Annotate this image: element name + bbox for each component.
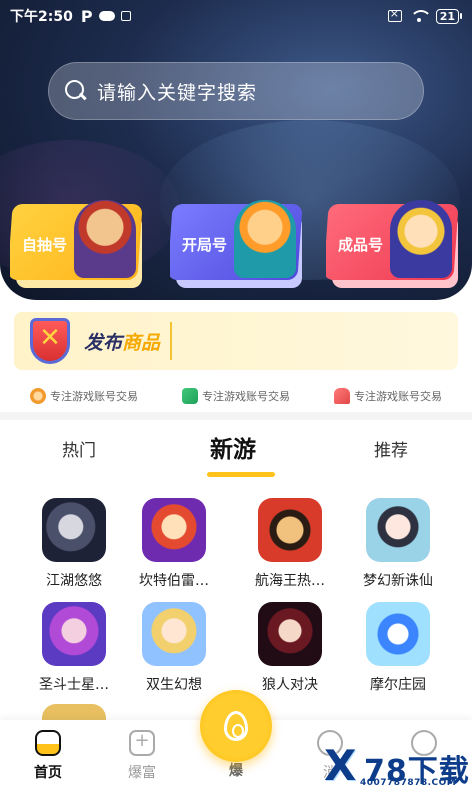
game-item[interactable]: 圣斗士星… (20, 602, 128, 694)
feature-item: 专注游戏账号交易 (334, 384, 442, 408)
sim-icon (120, 11, 131, 21)
tab-new-games[interactable]: 新游 (210, 430, 256, 464)
feature-item: 专注游戏账号交易 (182, 384, 290, 408)
character-illustration (234, 200, 296, 278)
parking-app-icon: P (80, 6, 93, 26)
fire-center-button[interactable] (200, 690, 272, 762)
character-illustration (74, 200, 136, 278)
cloud-icon (98, 11, 115, 21)
game-item[interactable]: 摩尔庄园 (344, 602, 452, 694)
section-divider (0, 412, 472, 420)
feature-strip: 专注游戏账号交易 专注游戏账号交易 专注游戏账号交易 (0, 384, 472, 408)
wifi-icon (409, 10, 432, 22)
publish-divider (170, 322, 173, 360)
game-name: 狼人对决 (262, 677, 318, 693)
search-placeholder: 请输入关键字搜索 (97, 81, 258, 104)
game-item[interactable]: 航海王热… (236, 498, 344, 590)
game-icon (366, 498, 430, 562)
shield-icon: ✕ (24, 314, 76, 368)
game-item-partial[interactable] (20, 704, 128, 720)
battery-indicator: 21 (435, 8, 462, 24)
game-icon (258, 602, 322, 666)
nav-label: 爆富 (128, 765, 156, 781)
feature-text: 专注游戏账号交易 (50, 390, 138, 403)
battery-level: 21 (435, 8, 459, 24)
mute-icon (387, 7, 402, 22)
game-item[interactable]: 狼人对决 (236, 602, 344, 694)
game-item[interactable]: 梦幻新诛仙 (344, 498, 452, 590)
game-name: 坎特伯雷… (139, 573, 209, 589)
watermark-x-icon: X (324, 741, 357, 790)
game-name: 摩尔庄园 (370, 677, 426, 693)
category-card-self-draw[interactable]: 自抽号 (10, 200, 144, 288)
game-icon (42, 498, 106, 562)
feature-text: 专注游戏账号交易 (354, 390, 442, 403)
feature-text: 专注游戏账号交易 (202, 390, 290, 403)
nav-label: 首页 (34, 765, 62, 781)
game-icon (142, 602, 206, 666)
category-label: 自抽号 (22, 236, 68, 254)
game-name: 梦幻新诛仙 (363, 573, 433, 589)
search-icon (65, 80, 87, 102)
game-name: 双生幻想 (146, 677, 202, 693)
medal-icon (30, 388, 46, 404)
nav-baofu[interactable]: 爆富 (112, 730, 172, 782)
status-bar: 下午2:50 P 21 (0, 0, 472, 32)
battery-cap (460, 13, 462, 19)
game-item[interactable]: 坎特伯雷… (120, 498, 228, 590)
category-card-finished[interactable]: 成品号 (326, 200, 460, 288)
watermark-url: 4007787878.COM (360, 778, 457, 788)
nav-bao[interactable]: 爆 (206, 760, 266, 780)
game-name: 江湖悠悠 (46, 573, 102, 589)
flame-icon (224, 711, 248, 741)
category-card-starter[interactable]: 开局号 (170, 200, 304, 288)
home-icon (35, 730, 61, 756)
add-icon (129, 730, 155, 756)
tag-icon (334, 388, 350, 404)
nav-label: 爆 (229, 763, 243, 779)
game-icon (142, 498, 206, 562)
handshake-icon (182, 388, 198, 404)
feature-item: 专注游戏账号交易 (30, 384, 138, 408)
category-label: 开局号 (182, 236, 228, 254)
game-tabs: 热门 新游 推荐 (0, 428, 472, 478)
nav-home[interactable]: 首页 (18, 730, 78, 782)
category-cards: 自抽号 开局号 成品号 (10, 200, 462, 290)
game-item[interactable]: 江湖悠悠 (20, 498, 128, 590)
game-icon (42, 704, 106, 720)
game-icon (42, 602, 106, 666)
active-tab-indicator (207, 472, 275, 477)
game-item[interactable]: 双生幻想 (120, 602, 228, 694)
category-label: 成品号 (338, 236, 384, 254)
watermark-logo: X 78下载 4007787878.COM (320, 744, 472, 792)
tab-recommended[interactable]: 推荐 (374, 436, 408, 461)
publish-title: 发布商品 (84, 331, 161, 354)
game-icon (366, 602, 430, 666)
game-name: 航海王热… (255, 573, 325, 589)
status-time: 下午2:50 (10, 9, 73, 25)
character-illustration (390, 200, 452, 278)
tab-hot[interactable]: 热门 (62, 436, 96, 461)
game-icon (258, 498, 322, 562)
publish-banner[interactable]: ✕ 发布商品 (14, 312, 458, 370)
game-name: 圣斗士星… (39, 677, 109, 693)
search-bar[interactable]: 请输入关键字搜索 (48, 62, 424, 120)
